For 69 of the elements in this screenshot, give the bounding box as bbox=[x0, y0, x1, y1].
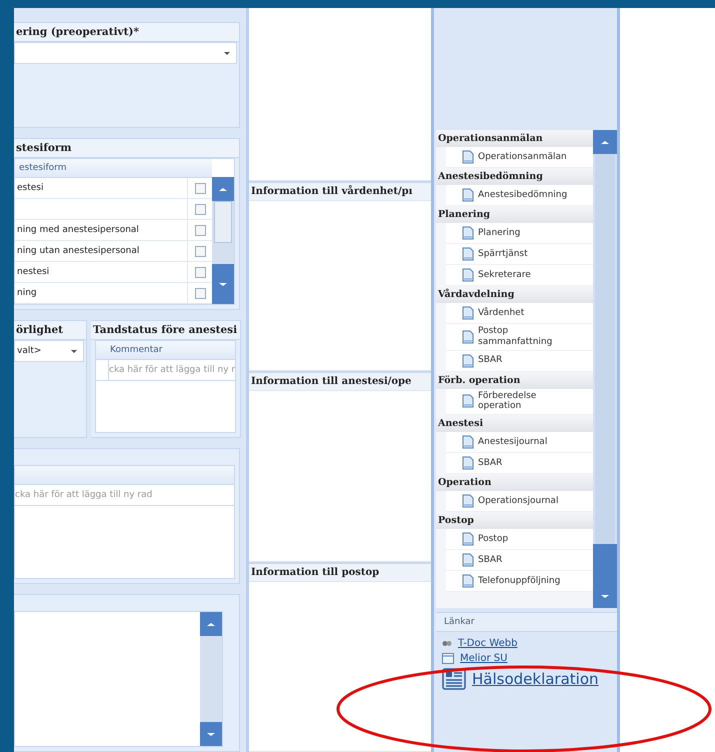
document-icon bbox=[462, 532, 474, 546]
section-title: Information till anestesi/ope bbox=[249, 371, 431, 392]
document-icon bbox=[462, 574, 474, 588]
document-icon bbox=[462, 330, 474, 344]
document-icon bbox=[462, 354, 474, 368]
scroll-down-button[interactable] bbox=[200, 722, 222, 746]
link[interactable]: Hälsodeklaration bbox=[472, 670, 599, 688]
checkbox[interactable] bbox=[194, 288, 206, 298]
table-cell-text: ning utan anestesipersonal bbox=[16, 246, 140, 256]
section-title: stesiform bbox=[14, 139, 239, 158]
text-area[interactable] bbox=[14, 611, 223, 747]
checkbox[interactable] bbox=[194, 246, 206, 256]
dropdown[interactable] bbox=[14, 42, 237, 64]
checkbox[interactable] bbox=[194, 204, 206, 214]
navigator-item[interactable]: Förberedelse operation bbox=[446, 388, 593, 416]
navigator-item[interactable]: Operationsanmälan bbox=[446, 147, 593, 168]
navigator-item[interactable]: SBAR bbox=[446, 453, 593, 474]
navigator-item[interactable]: Planering bbox=[446, 223, 593, 244]
table-cell-text: estesi bbox=[16, 183, 44, 193]
column-header: estesiform bbox=[18, 163, 66, 173]
navigator-item[interactable]: Telefonuppföljning bbox=[446, 571, 593, 592]
group-header[interactable]: Förb. operation bbox=[436, 372, 593, 389]
scroll-thumb[interactable] bbox=[214, 201, 232, 243]
checkbox[interactable] bbox=[194, 224, 206, 236]
glasses-icon bbox=[442, 640, 452, 647]
navigator-item[interactable]: Anestesibedömning bbox=[446, 185, 593, 206]
document-icon bbox=[462, 456, 474, 470]
scroll-up-button[interactable] bbox=[593, 130, 617, 154]
document-icon bbox=[462, 394, 474, 408]
scroll-up-button[interactable] bbox=[212, 177, 234, 201]
document-icon bbox=[462, 553, 474, 568]
navigator-item[interactable]: Operationsjournal bbox=[446, 491, 593, 512]
scrollbar[interactable] bbox=[593, 130, 617, 608]
document-icon bbox=[462, 435, 474, 450]
checkbox[interactable] bbox=[194, 266, 206, 278]
window-icon bbox=[442, 653, 454, 664]
table-cell-text: ning bbox=[16, 288, 37, 298]
document-icon bbox=[462, 188, 474, 202]
column-header: Kommentar bbox=[110, 345, 162, 355]
navigator-item[interactable]: Sekreterare bbox=[446, 265, 593, 286]
section-title: Information till postop bbox=[249, 562, 431, 582]
group-header[interactable]: Vårdavdelning bbox=[436, 286, 593, 303]
document-icon bbox=[462, 226, 474, 240]
navigator-item[interactable]: Postop sammanfattning bbox=[446, 324, 593, 351]
link[interactable]: Melior SU bbox=[460, 653, 508, 664]
document-icon bbox=[462, 268, 474, 282]
document-icon bbox=[462, 247, 474, 261]
document-icon bbox=[462, 150, 474, 164]
link[interactable]: T-Doc Webb bbox=[458, 638, 518, 649]
section-title: Information till vårdenhet/pı bbox=[249, 181, 431, 201]
section-title: örlighet bbox=[14, 321, 86, 340]
document-icon bbox=[462, 494, 474, 508]
navigator-item[interactable]: SBAR bbox=[446, 550, 593, 572]
navigator-item[interactable]: Postop bbox=[446, 529, 593, 550]
scrollbar[interactable] bbox=[212, 177, 234, 304]
dropdown[interactable]: valt> bbox=[14, 340, 84, 362]
checkbox[interactable] bbox=[194, 182, 206, 194]
navigator-item[interactable]: Vårdenhet bbox=[446, 303, 593, 324]
scrollbar[interactable] bbox=[200, 612, 222, 746]
section-label: Länkar bbox=[436, 612, 617, 632]
navigator-item[interactable]: Spärrtjänst bbox=[446, 244, 593, 265]
table-cell-text: ning med anestesipersonal bbox=[16, 225, 139, 235]
navigator-item[interactable]: SBAR bbox=[446, 350, 593, 372]
navigator-item[interactable]: Anestesijournal bbox=[446, 432, 593, 454]
section-title: ering (preoperativt)* bbox=[14, 23, 239, 42]
document-icon bbox=[462, 306, 474, 320]
section-title: Tandstatus före anestesi bbox=[91, 321, 240, 340]
scroll-up-button[interactable] bbox=[200, 612, 222, 636]
table-cell-text: nestesi bbox=[16, 267, 50, 277]
